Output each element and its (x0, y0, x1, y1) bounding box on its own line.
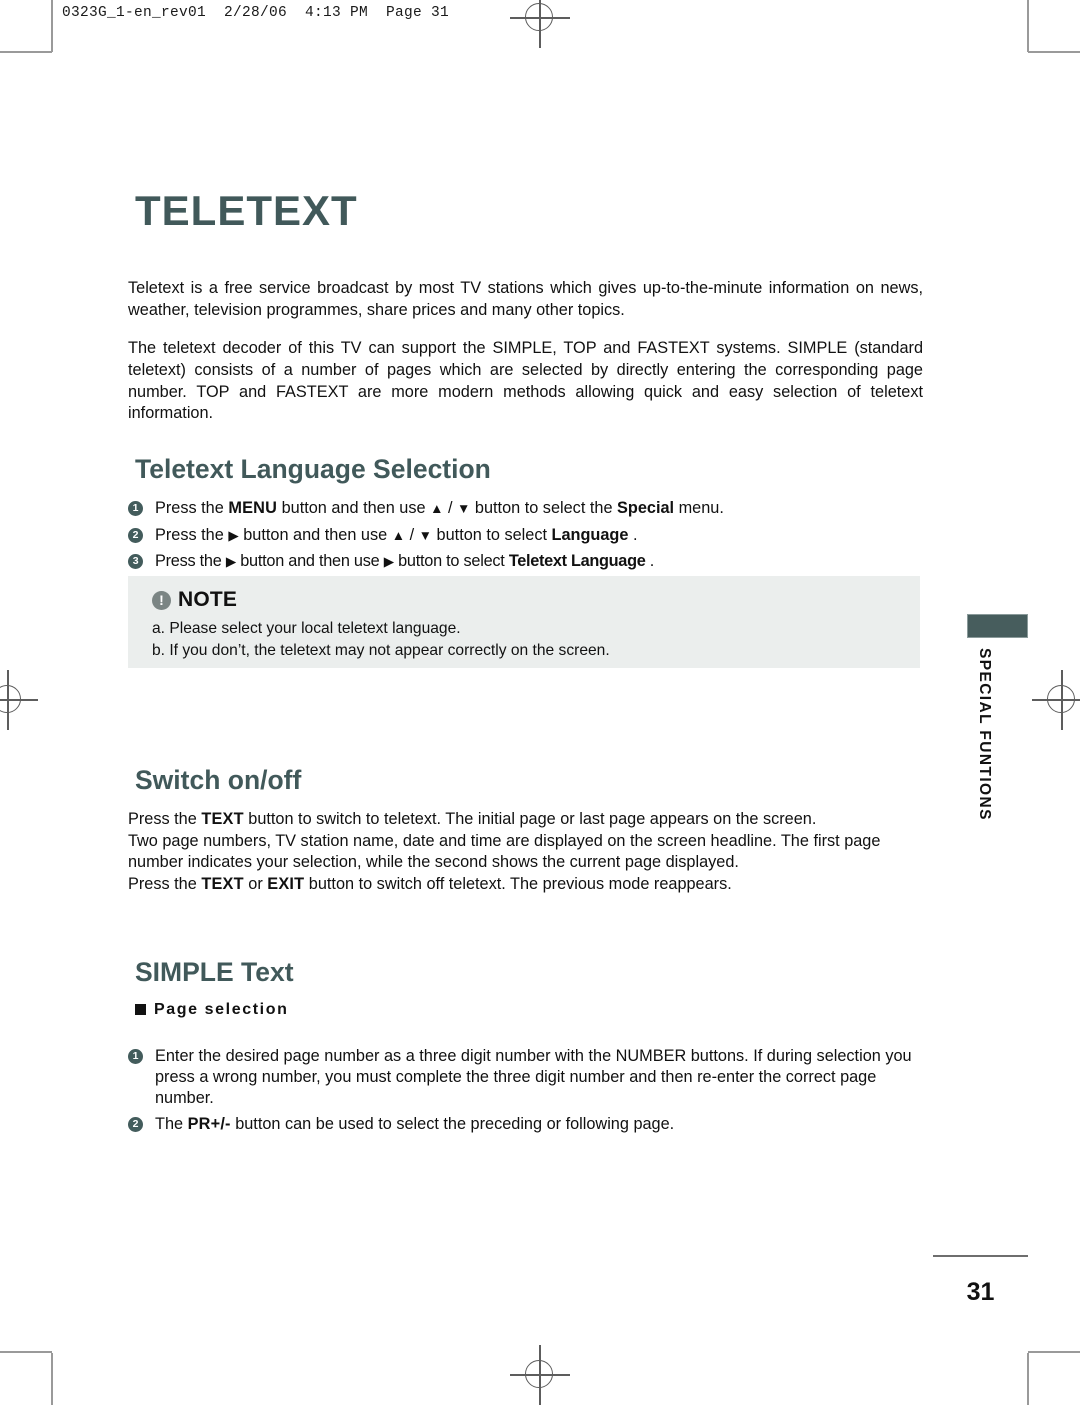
direction-arrow-icon: ▶ (228, 527, 239, 543)
crop-mark-bottom-left-horizontal (0, 1351, 52, 1353)
text-run: Press the (155, 525, 229, 544)
text-run: button and then use (277, 499, 431, 518)
direction-arrow-icon: ▲ (430, 501, 444, 517)
step-item: 2 Press the ▶ button and then use ▲ / ▼ b… (128, 525, 923, 546)
crop-mark-bottom-right-horizontal (1028, 1351, 1080, 1353)
text-run: Press the (128, 810, 202, 829)
side-tab-label: SPECIAL FUNTIONS (976, 648, 993, 821)
text-run: The (155, 1115, 188, 1134)
text-run: . (645, 551, 655, 570)
text-run: button to switch to teletext. The initia… (243, 810, 817, 829)
text-run: Press the (155, 499, 229, 518)
step-number-badge: 2 (128, 1117, 143, 1133)
crop-mark-top-left-horizontal (0, 51, 52, 53)
text-run: Press the (128, 875, 202, 894)
text-run: / (405, 525, 419, 544)
text-run: . (628, 525, 638, 544)
square-bullet-icon (135, 1004, 146, 1016)
crop-mark-bottom-right-vertical (1027, 1353, 1029, 1405)
step-number-badge: 3 (128, 553, 143, 569)
text-run: or (243, 875, 268, 894)
text-run: Enter the desired page number as a three… (155, 1046, 912, 1107)
page-selection-step-list: 1 Enter the desired page number as a thre… (128, 1046, 923, 1135)
text-run: menu. (674, 499, 724, 518)
note-title: NOTE (178, 588, 238, 611)
step-number-badge: 2 (128, 527, 143, 543)
button-name: PR+/- (187, 1115, 231, 1134)
menu-term: Teletext Language (508, 551, 646, 570)
step-number-badge: 1 (128, 501, 143, 517)
note-line-a: a. Please select your local teletext lan… (152, 620, 461, 637)
note-line-b: b. If you don’t, the teletext may not ap… (152, 641, 610, 659)
crop-mark-top-left-vertical (51, 0, 53, 52)
crop-mark-top-right-vertical (1027, 0, 1029, 52)
intro-paragraph-2: The teletext decoder of this TV can supp… (128, 339, 923, 423)
side-tab-marker (967, 614, 1028, 638)
step-item: 1 Enter the desired page number as a thre… (128, 1046, 923, 1109)
direction-arrow-icon: ▶ (225, 553, 236, 569)
step-item: 2 The PR+/- button can be used to select … (128, 1114, 923, 1135)
text-run: button and then use (238, 525, 392, 544)
section-heading-simple-text: SIMPLE Text (135, 956, 294, 987)
switch-on-off-line: Press the TEXT or EXIT button to switch … (128, 874, 923, 896)
exclamation-circle-icon: ! (152, 590, 171, 610)
text-run: button to select the (470, 499, 618, 518)
note-callout: ! NOTE a. Please select your local telet… (128, 576, 920, 668)
section-heading-language-selection: Teletext Language Selection (135, 454, 491, 485)
note-header: ! NOTE (152, 588, 920, 612)
switch-on-off-line: Press the TEXT button to switch to telet… (128, 809, 923, 831)
direction-arrow-icon: ▲ (391, 527, 406, 543)
step-item: 3 Press the ▶ button and then use ▶ butto… (128, 551, 923, 572)
text-run: button can be used to select the precedi… (230, 1115, 675, 1134)
document-page: 0323G_1-en_rev01 2/28/06 4:13 PM Page 31… (0, 0, 1080, 1405)
registration-mark-top (510, 0, 570, 48)
crop-mark-top-right-horizontal (1028, 51, 1080, 53)
text-run: Press the (155, 551, 226, 570)
text-run: button to select (432, 525, 552, 544)
page-number: 31 (966, 1278, 995, 1306)
print-slug: 0323G_1-en_rev01 2/28/06 4:13 PM Page 31 (62, 5, 450, 21)
sub-heading-label: Page selection (154, 1000, 289, 1018)
text-run: Two page numbers, TV station name, date … (128, 831, 881, 872)
direction-arrow-icon: ▼ (418, 527, 433, 543)
button-name: EXIT (267, 875, 305, 894)
switch-on-off-text: Press the TEXT button to switch to telet… (128, 809, 923, 896)
step-number-badge: 1 (128, 1048, 143, 1064)
button-name: MENU (228, 499, 278, 518)
button-name: TEXT (201, 810, 244, 829)
registration-mark-left (0, 670, 38, 730)
direction-arrow-icon: ▼ (457, 501, 471, 517)
step-item: 1 Press the MENU button and then use ▲ / … (128, 498, 923, 519)
footer-rule (933, 1255, 1028, 1257)
text-run: button to select (393, 551, 509, 570)
menu-term: Special (617, 499, 675, 518)
direction-arrow-icon: ▶ (383, 553, 394, 569)
registration-mark-bottom (510, 1345, 570, 1405)
intro-paragraph-1: Teletext is a free service broadcast by … (128, 279, 923, 319)
text-run: button and then use (235, 551, 384, 570)
sub-heading-page-selection: Page selection (135, 1001, 923, 1019)
section-heading-switch-on-off: Switch on/off (135, 764, 302, 795)
crop-mark-bottom-left-vertical (51, 1353, 53, 1405)
switch-on-off-line: Two page numbers, TV station name, date … (128, 831, 923, 874)
button-name: TEXT (201, 875, 244, 894)
text-run: / (443, 499, 458, 518)
menu-term: Language (551, 525, 629, 544)
text-run: button to switch off teletext. The previ… (304, 875, 732, 894)
page-title: TELETEXT (135, 187, 358, 234)
registration-mark-right (1032, 670, 1080, 730)
